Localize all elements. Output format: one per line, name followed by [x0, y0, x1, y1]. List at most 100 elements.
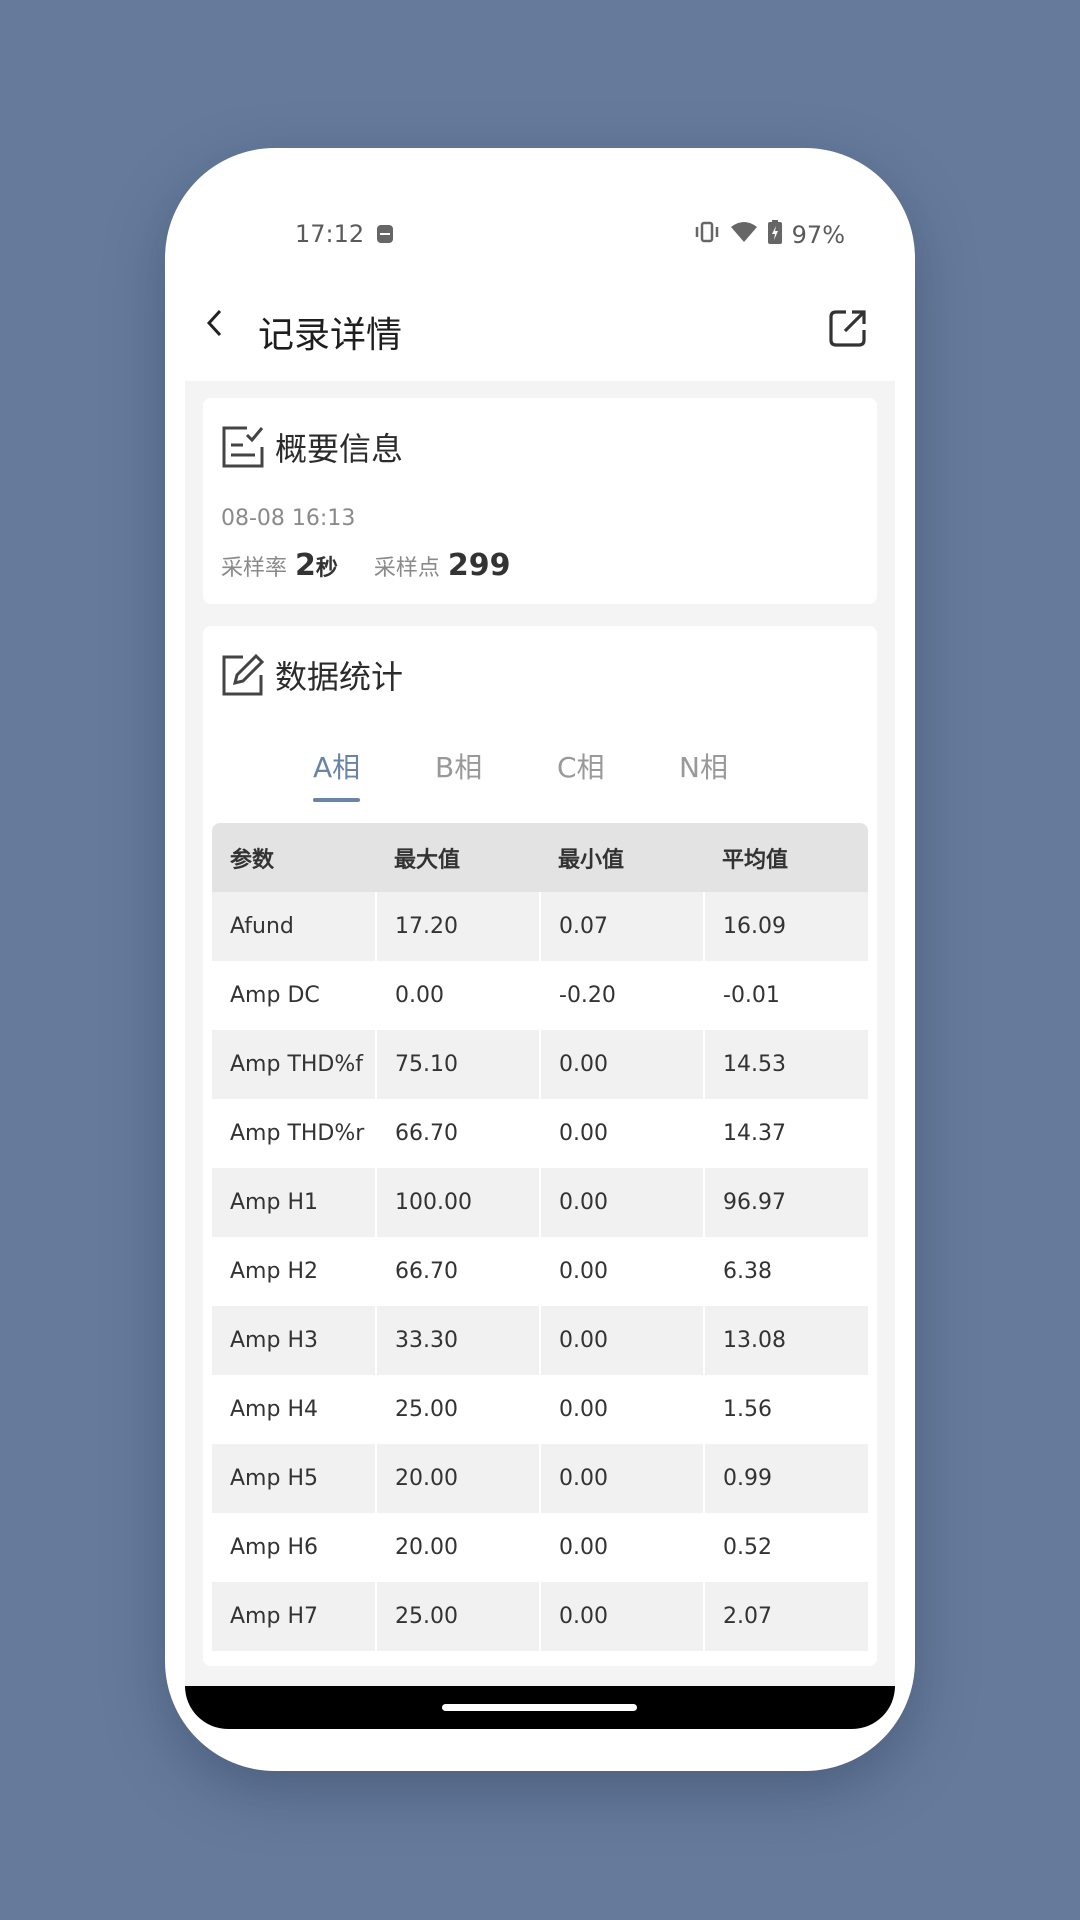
max-cell: 20.00 [376, 1444, 541, 1513]
tab-label: N相 [679, 751, 728, 784]
table-row: Amp H6 20.00 0.00 0.52 [212, 1513, 868, 1582]
summary-header: 概要信息 [221, 424, 403, 470]
avg-cell: 6.38 [704, 1237, 868, 1306]
battery-icon [767, 220, 782, 250]
min-cell: 0.00 [540, 1444, 705, 1513]
tab-b-phase[interactable]: B相 [435, 746, 557, 806]
min-cell: 0.00 [540, 1513, 705, 1582]
share-button[interactable] [828, 308, 868, 352]
max-cell: 75.10 [376, 1030, 541, 1099]
param-cell: Amp THD%r [212, 1099, 377, 1168]
avg-cell: 0.99 [704, 1444, 868, 1513]
phone-frame: 17:12 97% 记录详情 概要信息 08-08 16:13 采样率 2 秒 … [165, 148, 915, 1771]
status-time: 17:12 [295, 220, 365, 248]
vibrate-icon [694, 221, 720, 249]
param-cell: Amp H2 [212, 1237, 377, 1306]
avg-cell: 14.37 [704, 1099, 868, 1168]
table-body: Afund 17.20 0.07 16.09 Amp DC 0.00 -0.20 -0.01 A… [212, 892, 868, 1651]
max-cell: 0.00 [376, 961, 541, 1030]
notification-icon [377, 225, 393, 247]
param-cell: Amp H3 [212, 1306, 377, 1375]
stats-title: 数据统计 [275, 658, 404, 696]
tab-a-phase[interactable]: A相 [313, 746, 435, 806]
header-param: 参数 [212, 823, 376, 892]
avg-cell: 13.08 [704, 1306, 868, 1375]
tab-label: B相 [435, 751, 483, 784]
min-cell: 0.00 [540, 1306, 705, 1375]
summary-title: 概要信息 [275, 430, 404, 468]
table-row: Amp H1 100.00 0.00 96.97 [212, 1168, 868, 1237]
sample-rate-value: 2 [295, 548, 316, 583]
status-right-group: 97% [694, 220, 845, 250]
max-cell: 25.00 [376, 1582, 541, 1651]
tab-label: C相 [557, 751, 605, 784]
param-cell: Amp H1 [212, 1168, 377, 1237]
max-cell: 66.70 [376, 1099, 541, 1168]
header-avg: 平均值 [704, 823, 868, 892]
navigation-bar [185, 1686, 895, 1729]
edit-note-icon [222, 653, 265, 696]
phase-tabs: A相 B相 C相 N相 [313, 746, 801, 806]
stats-card: 数据统计 A相 B相 C相 N相 参数 最大值 最小值 平均值 Afund 17… [203, 626, 877, 1666]
content-area: 概要信息 08-08 16:13 采样率 2 秒 采样点 299 数据统计 A相… [185, 381, 895, 1686]
sample-rate-unit: 秒 [315, 556, 338, 581]
tab-c-phase[interactable]: C相 [557, 746, 679, 806]
min-cell: 0.00 [540, 1099, 705, 1168]
table-row: Amp H3 33.30 0.00 13.08 [212, 1306, 868, 1375]
battery-percent: 97% [791, 221, 845, 249]
table-row: Amp THD%r 66.70 0.00 14.37 [212, 1099, 868, 1168]
avg-cell: 14.53 [704, 1030, 868, 1099]
table-row: Amp H7 25.00 0.00 2.07 [212, 1582, 868, 1651]
min-cell: 0.00 [540, 1030, 705, 1099]
param-cell: Amp H5 [212, 1444, 377, 1513]
min-cell: 0.00 [540, 1237, 705, 1306]
table-row: Amp H5 20.00 0.00 0.99 [212, 1444, 868, 1513]
home-indicator[interactable] [442, 1704, 637, 1711]
avg-cell: 16.09 [704, 892, 868, 961]
max-cell: 25.00 [376, 1375, 541, 1444]
table-row: Amp DC 0.00 -0.20 -0.01 [212, 961, 868, 1030]
table-row: Amp H4 25.00 0.00 1.56 [212, 1375, 868, 1444]
stats-header: 数据统计 [221, 652, 403, 698]
table-row: Amp THD%f 75.10 0.00 14.53 [212, 1030, 868, 1099]
max-cell: 33.30 [376, 1306, 541, 1375]
min-cell: 0.00 [540, 1168, 705, 1237]
record-date: 08-08 16:13 [221, 506, 356, 531]
max-cell: 17.20 [376, 892, 541, 961]
param-cell: Amp H6 [212, 1513, 377, 1582]
min-cell: 0.00 [540, 1375, 705, 1444]
param-cell: Afund [212, 892, 377, 961]
header-min: 最小值 [540, 823, 704, 892]
param-cell: Amp THD%f [212, 1030, 377, 1099]
max-cell: 100.00 [376, 1168, 541, 1237]
active-tab-indicator [313, 798, 360, 802]
summary-card: 概要信息 08-08 16:13 采样率 2 秒 采样点 299 [203, 398, 877, 604]
back-button[interactable] [195, 303, 235, 343]
avg-cell: -0.01 [704, 961, 868, 1030]
max-cell: 20.00 [376, 1513, 541, 1582]
back-arrow-icon [206, 309, 222, 337]
param-cell: Amp H4 [212, 1375, 377, 1444]
stats-table: 参数 最大值 最小值 平均值 Afund 17.20 0.07 16.09 Amp DC… [212, 823, 868, 1651]
avg-cell: 2.07 [704, 1582, 868, 1651]
tab-n-phase[interactable]: N相 [679, 746, 801, 806]
summary-stats: 采样率 2 秒 采样点 299 [221, 548, 511, 583]
param-cell: Amp H7 [212, 1582, 377, 1651]
table-row: Afund 17.20 0.07 16.09 [212, 892, 868, 961]
header-max: 最大值 [376, 823, 540, 892]
avg-cell: 96.97 [704, 1168, 868, 1237]
min-cell: 0.00 [540, 1582, 705, 1651]
avg-cell: 0.52 [704, 1513, 868, 1582]
min-cell: -0.20 [540, 961, 705, 1030]
share-external-icon [829, 310, 866, 347]
wifi-icon [730, 221, 758, 249]
sample-points-value: 299 [447, 548, 511, 583]
param-cell: Amp DC [212, 961, 377, 1030]
sample-points-label: 采样点 [373, 556, 440, 581]
checklist-icon [222, 426, 264, 468]
avg-cell: 1.56 [704, 1375, 868, 1444]
tab-label: A相 [313, 751, 361, 784]
table-header-row: 参数 最大值 最小值 平均值 [212, 823, 868, 892]
page-title: 记录详情 [258, 315, 403, 356]
max-cell: 66.70 [376, 1237, 541, 1306]
